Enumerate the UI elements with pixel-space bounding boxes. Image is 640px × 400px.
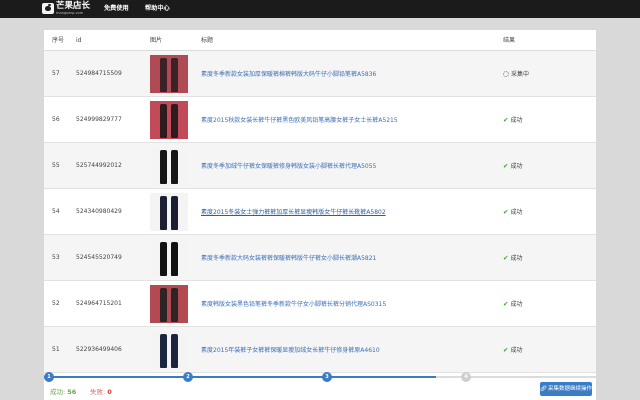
product-title-link[interactable]: 素度2015年装裤子女裤裤保暖显瘦加绒女长裤牛仔修身裤原A4610 bbox=[201, 327, 380, 372]
row-status-label: 成功 bbox=[510, 209, 523, 216]
row-id: 525744992012 bbox=[76, 162, 122, 169]
row-id: 524984715509 bbox=[76, 70, 122, 77]
product-thumbnail[interactable] bbox=[150, 192, 188, 231]
results-panel: 序号 id 图片 标题 结果 57 524984715509 素度冬季新款女装加厚保… bbox=[44, 30, 596, 400]
row-image-cell bbox=[150, 327, 188, 372]
check-icon: ✔ bbox=[503, 345, 509, 354]
table-row: 56 524999829777 素度2015秋款女装长裤牛仔裤黑色欧美风铅笔高腰女裤… bbox=[44, 97, 596, 143]
row-image-cell bbox=[150, 51, 188, 96]
product-thumbnail[interactable] bbox=[150, 100, 188, 139]
row-image-cell bbox=[150, 97, 188, 142]
row-status-label: 成功 bbox=[510, 347, 523, 354]
row-seq: 55 bbox=[52, 162, 60, 169]
product-thumbnail[interactable] bbox=[150, 54, 188, 93]
product-thumbnail[interactable] bbox=[150, 330, 188, 369]
nav-free-use[interactable]: 免费使用 bbox=[104, 0, 129, 18]
row-status: ✔ 成功 bbox=[503, 235, 522, 280]
row-id: 524964715201 bbox=[76, 300, 122, 307]
table-header: 序号 id 图片 标题 结果 bbox=[44, 30, 596, 51]
table-row: 52 524964715201 素度韩版女装黑色铅笔裤冬季新款牛仔女小脚裤长裤分销代… bbox=[44, 281, 596, 327]
row-status: ✔ 成功 bbox=[503, 97, 522, 142]
brand-logo[interactable]: 芒果店长 mangoerp.com bbox=[42, 2, 94, 16]
row-image-cell bbox=[150, 235, 188, 280]
product-title-link[interactable]: 素度韩版女装黑色铅笔裤冬季新款牛仔女小脚裤长裤分销代理AS0315 bbox=[201, 281, 386, 326]
header-seq: 序号 bbox=[52, 37, 65, 44]
header-id: id bbox=[76, 37, 82, 44]
header-title: 标题 bbox=[201, 37, 214, 44]
fail-count: 失败: 0 bbox=[90, 386, 112, 396]
check-icon: ✔ bbox=[503, 115, 509, 124]
check-icon: ✔ bbox=[503, 207, 509, 216]
row-status-label: 成功 bbox=[510, 163, 523, 170]
product-title-link[interactable]: 素度冬季新款大码女装裤裤保暖裤韩版牛仔裤女小脚长裤潮A5821 bbox=[201, 235, 376, 280]
row-status: ✔ 成功 bbox=[503, 143, 522, 188]
logo-text: 芒果店长 bbox=[56, 1, 91, 11]
progress-step-3: 3 bbox=[322, 372, 332, 382]
check-icon: ✔ bbox=[503, 299, 509, 308]
continue-action-label: 采集数据继续操作 bbox=[547, 386, 592, 392]
success-value: 56 bbox=[67, 388, 77, 396]
table-row: 53 524545520749 素度冬季新款大码女装裤裤保暖裤韩版牛仔裤女小脚长裤潮… bbox=[44, 235, 596, 281]
progress-step-1: 1 bbox=[44, 372, 54, 382]
header-image: 图片 bbox=[150, 37, 163, 44]
nav-help-center[interactable]: 帮助中心 bbox=[145, 0, 170, 18]
success-count: 成功: 56 bbox=[50, 386, 76, 396]
row-status: ✔ 成功 bbox=[503, 327, 522, 372]
row-status-label: 采集中 bbox=[511, 71, 530, 78]
progress-step-4: 4 bbox=[461, 372, 471, 382]
product-title-link[interactable]: 素度2015冬装女士弹力裤裤加厚长裤显瘦韩版女牛仔裤长靴裤A5802 bbox=[201, 189, 386, 234]
row-seq: 52 bbox=[52, 300, 60, 307]
product-title-link[interactable]: 素度2015秋款女装长裤牛仔裤黑色欧美风铅笔高腰女裤子女士长裤A5215 bbox=[201, 97, 398, 142]
table-row: 54 524340980429 素度2015冬装女士弹力裤裤加厚长裤显瘦韩版女牛仔裤… bbox=[44, 189, 596, 235]
check-icon: ✔ bbox=[503, 161, 509, 170]
progress-fill bbox=[44, 376, 436, 378]
row-id: 522936499406 bbox=[76, 346, 122, 353]
row-seq: 54 bbox=[52, 208, 60, 215]
row-seq: 56 bbox=[52, 116, 60, 123]
product-thumbnail[interactable] bbox=[150, 284, 188, 323]
row-status: 采集中 bbox=[503, 51, 529, 96]
check-icon: ✔ bbox=[503, 253, 509, 262]
table-row: 55 525744992012 素度冬季加绒牛仔裤女保暖裤修身韩版女装小脚裤长裤代理… bbox=[44, 143, 596, 189]
row-image-cell bbox=[150, 281, 188, 326]
header-result: 结果 bbox=[503, 37, 516, 44]
spinner-icon bbox=[503, 70, 509, 77]
row-seq: 57 bbox=[52, 70, 60, 77]
progress-step-2: 2 bbox=[183, 372, 193, 382]
fail-value: 0 bbox=[107, 388, 112, 396]
row-status-label: 成功 bbox=[510, 301, 523, 308]
table-row: 57 524984715509 素度冬季新款女装加厚保暖裤棉裤韩版大码牛仔小脚铅笔裤… bbox=[44, 51, 596, 97]
progress-footer: 1 2 3 4 成功: 56 失败: 0 🔗︎采集数据继续操作 bbox=[44, 372, 596, 400]
row-image-cell bbox=[150, 189, 188, 234]
row-status-label: 成功 bbox=[510, 255, 523, 262]
row-status-label: 成功 bbox=[510, 117, 523, 124]
row-seq: 53 bbox=[52, 254, 60, 261]
row-id: 524999829777 bbox=[76, 116, 122, 123]
logo-subtext: mangoerp.com bbox=[56, 11, 84, 15]
product-thumbnail[interactable] bbox=[150, 146, 188, 185]
top-navbar: 芒果店长 mangoerp.com 免费使用 帮助中心 bbox=[0, 0, 640, 18]
link-icon: 🔗︎ bbox=[540, 386, 547, 392]
row-seq: 51 bbox=[52, 346, 60, 353]
fail-label: 失败: bbox=[90, 388, 106, 396]
product-thumbnail[interactable] bbox=[150, 238, 188, 277]
row-image-cell bbox=[150, 143, 188, 188]
row-status: ✔ 成功 bbox=[503, 189, 522, 234]
product-title-link[interactable]: 素度冬季加绒牛仔裤女保暖裤修身韩版女装小脚裤长裤代理A5055 bbox=[201, 143, 376, 188]
row-status: ✔ 成功 bbox=[503, 281, 522, 326]
continue-action-button[interactable]: 🔗︎采集数据继续操作 bbox=[540, 382, 592, 396]
product-title-link[interactable]: 素度冬季新款女装加厚保暖裤棉裤韩版大码牛仔小脚铅笔裤A5836 bbox=[201, 51, 376, 96]
row-id: 524545520749 bbox=[76, 254, 122, 261]
mango-logo-icon bbox=[42, 3, 54, 14]
success-label: 成功: bbox=[50, 388, 66, 396]
row-id: 524340980429 bbox=[76, 208, 122, 215]
table-row: 51 522936499406 素度2015年装裤子女裤裤保暖显瘦加绒女长裤牛仔修身… bbox=[44, 327, 596, 373]
